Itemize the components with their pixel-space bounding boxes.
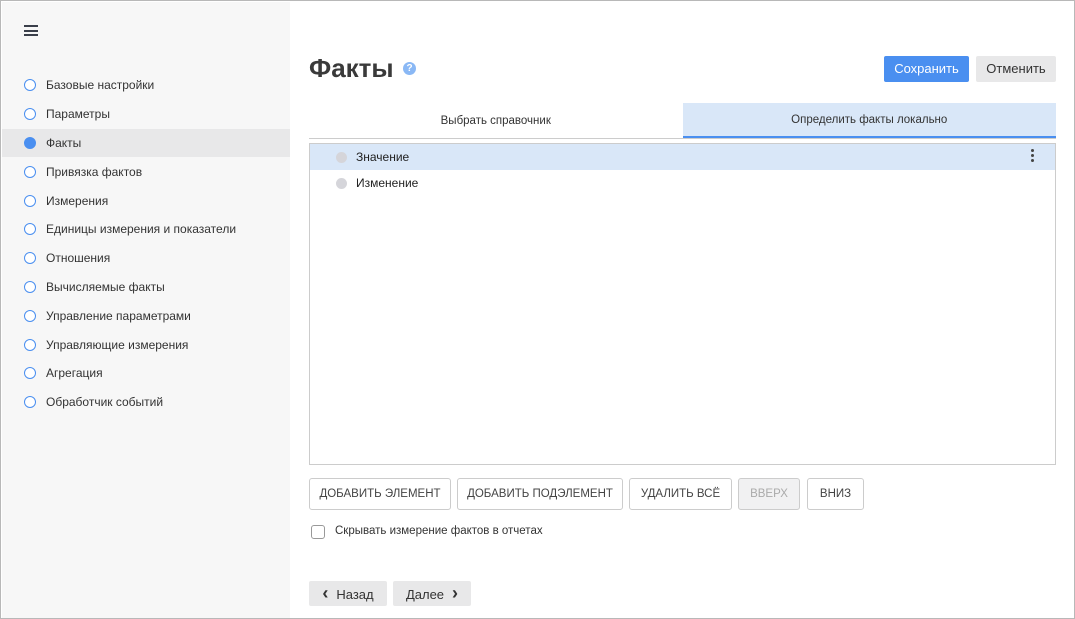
sidebar-item-fact-binding[interactable]: Привязка фактов xyxy=(2,157,290,186)
step-circle-icon xyxy=(24,280,36,293)
step-circle-icon xyxy=(24,194,36,207)
step-circle-filled-icon xyxy=(24,136,36,149)
sidebar-item-label: Отношения xyxy=(46,251,111,266)
next-button[interactable]: Далее › xyxy=(393,581,471,606)
sidebar-item-label: Агрегация xyxy=(46,366,103,381)
sidebar-item-label: Измерения xyxy=(46,193,109,208)
sidebar-nav: Базовые настройки Параметры Факты Привяз… xyxy=(2,71,290,417)
sidebar-item-dimensions[interactable]: Измерения xyxy=(2,186,290,215)
window: Базовые настройки Параметры Факты Привяз… xyxy=(0,0,1075,619)
sidebar-item-units[interactable]: Единицы измерения и показатели xyxy=(2,215,290,244)
tab-select-dictionary[interactable]: Выбрать справочник xyxy=(309,103,683,138)
sidebar-item-event-handler[interactable]: Обработчик событий xyxy=(2,388,290,417)
hide-facts-checkbox[interactable] xyxy=(311,525,325,539)
sidebar-item-label: Параметры xyxy=(46,107,110,122)
page-title: Факты xyxy=(309,53,394,83)
step-circle-icon xyxy=(24,223,36,236)
sidebar-item-parameter-management[interactable]: Управление параметрами xyxy=(2,301,290,330)
more-vert-icon[interactable] xyxy=(1031,149,1035,164)
move-down-button[interactable]: ВНИЗ xyxy=(807,478,864,510)
tab-define-locally[interactable]: Определить факты локально xyxy=(682,103,1056,138)
list-item-label: Значение xyxy=(356,150,410,164)
step-circle-icon xyxy=(24,108,36,121)
sidebar-item-label: Единицы измерения и показатели xyxy=(46,222,237,237)
sidebar-item-label: Факты xyxy=(46,135,82,150)
list-item-label: Изменение xyxy=(356,176,419,190)
step-circle-icon xyxy=(24,79,36,92)
sidebar-item-label: Управление параметрами xyxy=(46,308,191,323)
list-item[interactable]: Изменение xyxy=(310,170,1055,196)
cancel-button[interactable]: Отменить xyxy=(976,56,1056,82)
back-label: Назад xyxy=(336,587,374,602)
sidebar-item-label: Привязка фактов xyxy=(46,164,143,179)
sidebar-item-label: Обработчик событий xyxy=(46,395,164,410)
sidebar-item-parameters[interactable]: Параметры xyxy=(2,100,290,129)
next-label: Далее xyxy=(405,587,445,602)
back-button[interactable]: ‹ Назад xyxy=(309,581,387,606)
sidebar-item-relations[interactable]: Отношения xyxy=(2,244,290,273)
step-circle-icon xyxy=(24,338,36,351)
add-subelement-button[interactable]: ДОБАВИТЬ ПОДЭЛЕМЕНТ xyxy=(457,478,623,510)
add-element-button[interactable]: ДОБАВИТЬ ЭЛЕМЕНТ xyxy=(309,478,451,510)
help-icon[interactable]: ? xyxy=(403,62,416,75)
step-circle-icon xyxy=(24,252,36,265)
menu-icon[interactable] xyxy=(24,25,38,36)
step-circle-icon xyxy=(24,367,36,380)
sidebar: Базовые настройки Параметры Факты Привяз… xyxy=(2,2,290,618)
chevron-right-icon: › xyxy=(452,583,459,603)
tab-bar: Выбрать справочник Определить факты лока… xyxy=(309,103,1056,139)
move-up-button[interactable]: ВВЕРХ xyxy=(738,478,800,510)
sidebar-item-label: Управляющие измерения xyxy=(46,337,189,352)
item-dot-icon xyxy=(336,151,347,163)
sidebar-item-facts[interactable]: Факты xyxy=(2,128,290,158)
delete-all-button[interactable]: УДАЛИТЬ ВСЁ xyxy=(629,478,732,510)
sidebar-item-calculated-facts[interactable]: Вычисляемые факты xyxy=(2,273,290,302)
step-circle-icon xyxy=(24,396,36,409)
item-dot-icon xyxy=(336,177,347,189)
facts-list: Значение Изменение xyxy=(309,143,1056,465)
save-button[interactable]: Сохранить xyxy=(884,56,969,82)
list-item[interactable]: Значение xyxy=(310,144,1055,170)
hide-facts-label: Скрывать измерение фактов в отчетах xyxy=(335,525,543,537)
sidebar-item-label: Базовые настройки xyxy=(46,78,155,93)
sidebar-item-aggregation[interactable]: Агрегация xyxy=(2,359,290,388)
sidebar-item-control-dimensions[interactable]: Управляющие измерения xyxy=(2,330,290,359)
chevron-left-icon: ‹ xyxy=(322,583,329,603)
step-circle-icon xyxy=(24,165,36,178)
sidebar-item-base-settings[interactable]: Базовые настройки xyxy=(2,71,290,100)
sidebar-item-label: Вычисляемые факты xyxy=(46,279,165,294)
step-circle-icon xyxy=(24,309,36,322)
